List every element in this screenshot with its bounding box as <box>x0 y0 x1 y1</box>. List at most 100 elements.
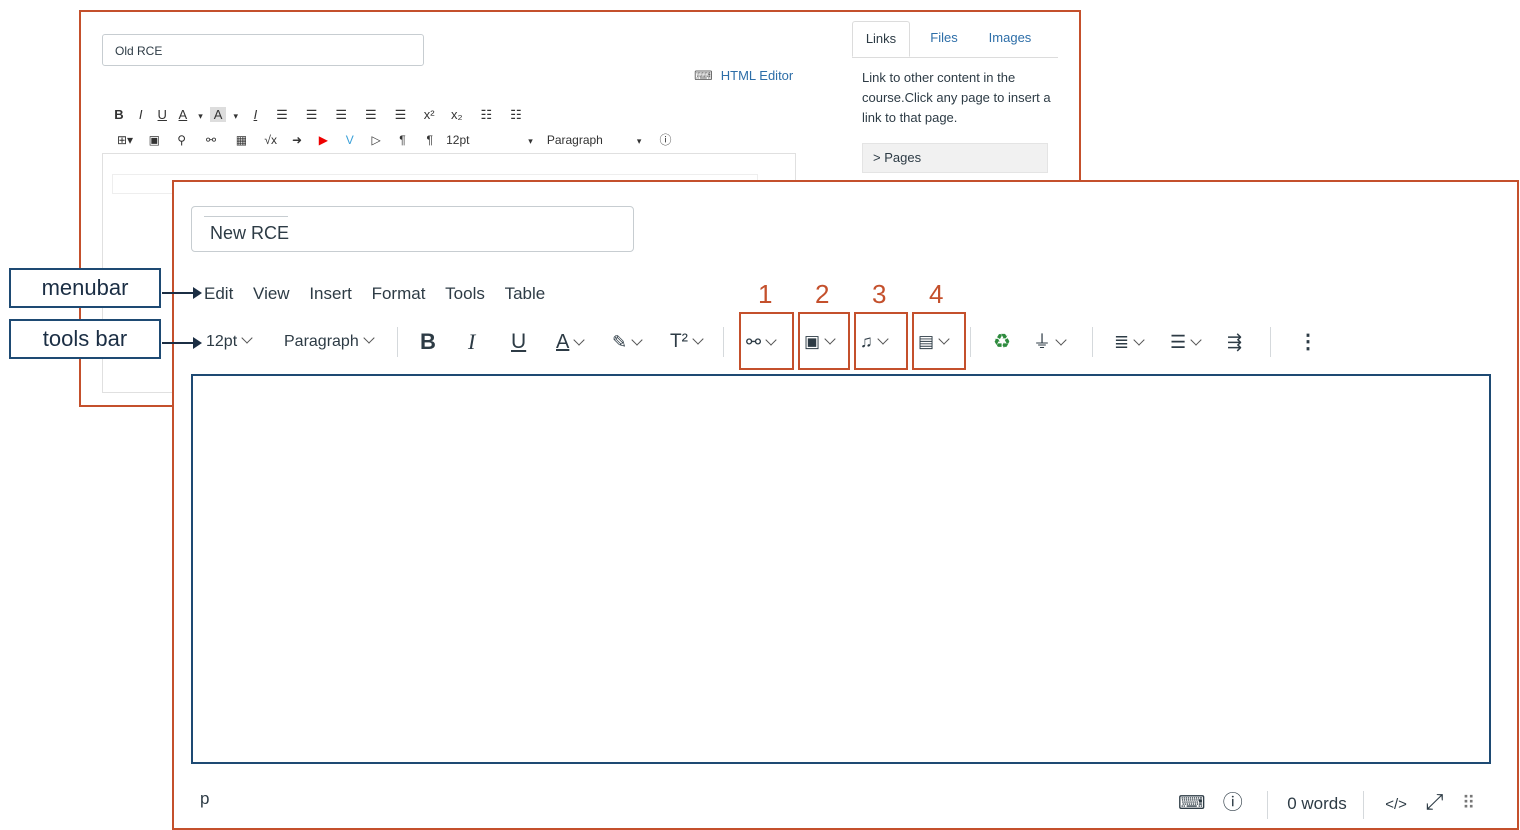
underline-icon[interactable]: U <box>153 107 171 122</box>
arrow-tool-icon[interactable]: ➜ <box>286 133 308 147</box>
toolbar-divider <box>970 327 971 357</box>
word-count[interactable]: 0 words <box>1287 794 1347 814</box>
tab-files[interactable]: Files <box>916 21 972 57</box>
html-editor-label: HTML Editor <box>720 68 794 83</box>
group-number-4: 4 <box>929 279 944 309</box>
html-editor-toggle[interactable]: </> <box>1385 796 1407 813</box>
old-block-format-select[interactable]: Paragraph <box>547 133 629 147</box>
dropdown-icon[interactable]: ▾ <box>230 111 242 122</box>
resize-handle-icon[interactable]: ⠿ <box>1462 793 1475 814</box>
text-color-icon[interactable]: A <box>175 107 191 122</box>
chevron-down-icon <box>1055 334 1067 346</box>
documents-button[interactable]: ▤ <box>918 329 950 355</box>
menubar-callout: menubar <box>9 268 161 308</box>
bullet-list-icon: ☰ <box>1170 332 1187 352</box>
subscript-icon[interactable]: x₂ <box>445 107 469 122</box>
youtube-icon[interactable]: ▶ <box>311 133 335 147</box>
link-icon[interactable]: ⚲ <box>169 133 195 147</box>
background-color-icon[interactable]: A <box>210 107 227 122</box>
text-color-button[interactable]: A <box>556 329 586 355</box>
align-left-icon[interactable]: ☰ <box>269 107 295 123</box>
italic-button[interactable]: I <box>468 329 475 355</box>
media-button[interactable]: ♫ <box>860 329 889 355</box>
office365-icon[interactable]: ♻ <box>993 329 1011 355</box>
images-button[interactable]: ▣ <box>804 329 836 355</box>
bullet-list-icon[interactable]: ☷ <box>472 107 500 123</box>
menu-view[interactable]: View <box>253 281 290 307</box>
tab-links[interactable]: Links <box>852 21 910 57</box>
keyboard-icon: ⌨ <box>694 68 713 83</box>
superscript-button[interactable]: T² <box>670 329 704 355</box>
editor-content-area[interactable] <box>191 374 1491 764</box>
underline-button[interactable]: U <box>511 329 526 355</box>
italic-icon[interactable]: I <box>132 107 150 122</box>
dropdown-icon[interactable]: ▾ <box>632 136 646 147</box>
video-icon[interactable]: ▷ <box>364 133 388 147</box>
toolbar-divider <box>723 327 724 357</box>
vimeo-icon[interactable]: V <box>339 133 361 147</box>
equation-icon[interactable]: √x <box>259 133 283 147</box>
align-button[interactable]: ≣ <box>1114 329 1145 355</box>
link-icon: ⚯ <box>746 332 762 352</box>
tools-bar-arrow <box>162 337 202 349</box>
new-title-input[interactable]: New RCE <box>191 206 634 252</box>
superscript-icon: T² <box>670 331 688 352</box>
old-toolbar-row2: ⊞▾ ▣ ⚲ ⚯ ▦ √x ➜ ▶ V ▷ ¶ ¶ 12pt ▾ Paragra… <box>110 131 676 148</box>
bold-icon[interactable]: B <box>110 107 128 122</box>
block-format-value: Paragraph <box>284 333 359 350</box>
highlight-color-button[interactable]: ✎ <box>612 329 643 355</box>
clear-formatting-icon[interactable]: I <box>245 107 265 122</box>
media-icon[interactable]: ▣ <box>143 133 165 147</box>
html-editor-link[interactable]: ⌨ HTML Editor <box>694 68 793 84</box>
element-path[interactable]: p <box>200 789 209 809</box>
numbered-list-icon[interactable]: ☷ <box>504 107 528 123</box>
align-center-icon[interactable]: ☰ <box>299 107 325 123</box>
bold-button[interactable]: B <box>420 329 436 355</box>
indent-icon[interactable]: ☰ <box>358 107 384 123</box>
outdent-icon[interactable]: ☰ <box>388 107 414 123</box>
tools-bar-callout: tools bar <box>9 319 161 359</box>
old-title-input[interactable]: Old RCE <box>102 34 424 66</box>
text-color-icon: A <box>556 331 570 353</box>
tab-images[interactable]: Images <box>978 21 1042 57</box>
apps-button[interactable]: ⏚ <box>1033 329 1067 355</box>
image-icon: ▣ <box>804 332 821 351</box>
chevron-down-icon <box>877 333 889 345</box>
menu-tools[interactable]: Tools <box>445 281 485 307</box>
highlighter-icon: ✎ <box>612 332 628 352</box>
unlink-icon[interactable]: ⚯ <box>198 133 224 147</box>
ltr-icon[interactable]: ¶ <box>391 133 413 147</box>
menu-format[interactable]: Format <box>372 281 426 307</box>
menu-edit[interactable]: Edit <box>204 281 233 307</box>
links-button[interactable]: ⚯ <box>746 329 777 355</box>
chevron-down-icon <box>241 332 253 344</box>
dropdown-icon[interactable]: ▾ <box>195 111 207 122</box>
table-icon[interactable]: ⊞▾ <box>110 133 140 147</box>
more-options-icon[interactable]: ⋮ <box>1298 329 1318 355</box>
superscript-icon[interactable]: x² <box>417 107 441 122</box>
status-divider <box>1363 790 1365 819</box>
old-font-size-select[interactable]: 12pt <box>446 133 520 147</box>
old-sidebar-tabs: Links Files Images <box>852 21 1058 58</box>
document-icon: ▤ <box>918 332 935 351</box>
fullscreen-icon[interactable]: ⤢ <box>1426 789 1444 815</box>
chevron-down-icon <box>1190 334 1202 346</box>
list-button[interactable]: ☰ <box>1170 329 1202 355</box>
accessibility-icon[interactable]: ⓘ <box>656 131 676 148</box>
keyboard-shortcuts-icon[interactable]: ⌨ <box>1178 792 1208 815</box>
align-right-icon[interactable]: ☰ <box>328 107 354 123</box>
font-size-select[interactable]: 12pt <box>206 329 253 355</box>
dropdown-icon[interactable]: ▾ <box>523 136 537 147</box>
block-format-select[interactable]: Paragraph <box>284 329 375 355</box>
menu-table[interactable]: Table <box>505 281 546 307</box>
image-icon[interactable]: ▦ <box>227 133 255 147</box>
group-number-1: 1 <box>758 279 773 309</box>
chevron-down-icon <box>1133 334 1145 346</box>
font-size-value: 12pt <box>206 333 238 350</box>
pages-accordion[interactable]: > Pages <box>862 143 1048 173</box>
indent-button[interactable]: ⇶ <box>1227 329 1242 355</box>
accessibility-checker-icon[interactable]: ⓘ <box>1223 786 1263 815</box>
align-icon: ≣ <box>1114 332 1130 352</box>
rtl-icon[interactable]: ¶ <box>417 133 443 147</box>
menu-insert[interactable]: Insert <box>309 281 352 307</box>
